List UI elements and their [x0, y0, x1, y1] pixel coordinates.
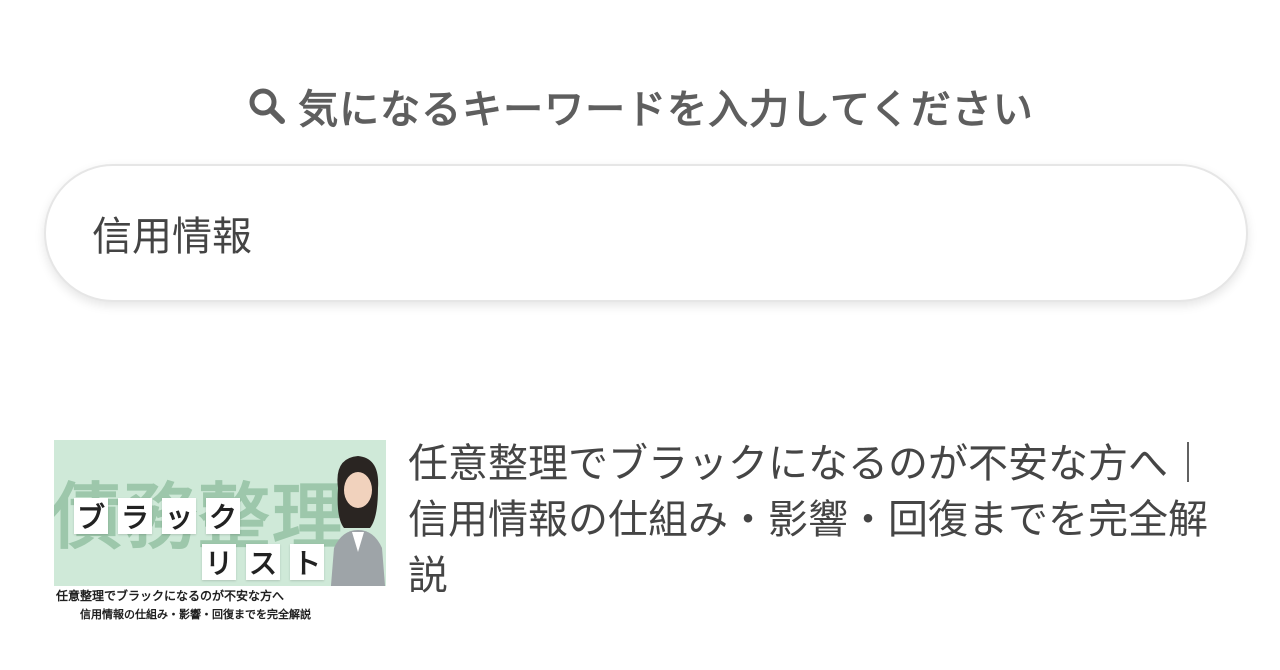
search-input[interactable] [90, 209, 1202, 257]
search-result-item[interactable]: 債務整理 ブ ラ ッ ク リ ス ト 任意整理でブラックになるのが不安な方へ 信… [54, 440, 1234, 630]
search-heading: 気になるキーワードを入力してください [0, 76, 1280, 136]
thumbnail-chip: リ [202, 544, 236, 580]
thumbnail-chip: ッ [162, 498, 196, 534]
search-icon [246, 85, 288, 127]
result-title[interactable]: 任意整理でブラックになるのが不安な方へ｜信用情報の仕組み・影響・回復までを完全解… [408, 436, 1218, 604]
thumbnail-word-row-1: ブ ラ ッ ク [74, 498, 240, 534]
thumbnail-chip: ブ [74, 498, 108, 534]
search-page: 気になるキーワードを入力してください 債務整理 ブ ラ ッ ク リ ス ト [0, 0, 1280, 670]
search-heading-text: 気になるキーワードを入力してください [298, 87, 1034, 133]
thumbnail-chip: ラ [118, 498, 152, 534]
search-box[interactable] [44, 164, 1248, 302]
person-illustration [330, 456, 386, 598]
result-thumbnail[interactable]: 債務整理 ブ ラ ッ ク リ ス ト 任意整理でブラックになるのが不安な方へ 信… [54, 440, 386, 626]
thumbnail-caption-2: 信用情報の仕組み・影響・回復までを完全解説 [80, 608, 311, 621]
thumbnail-chip: ト [290, 544, 324, 580]
thumbnail-chip: ス [246, 544, 280, 580]
thumbnail-word-row-2: リ ス ト [202, 544, 324, 580]
thumbnail-caption-1: 任意整理でブラックになるのが不安な方へ [56, 589, 285, 603]
thumbnail-chip: ク [206, 498, 240, 534]
